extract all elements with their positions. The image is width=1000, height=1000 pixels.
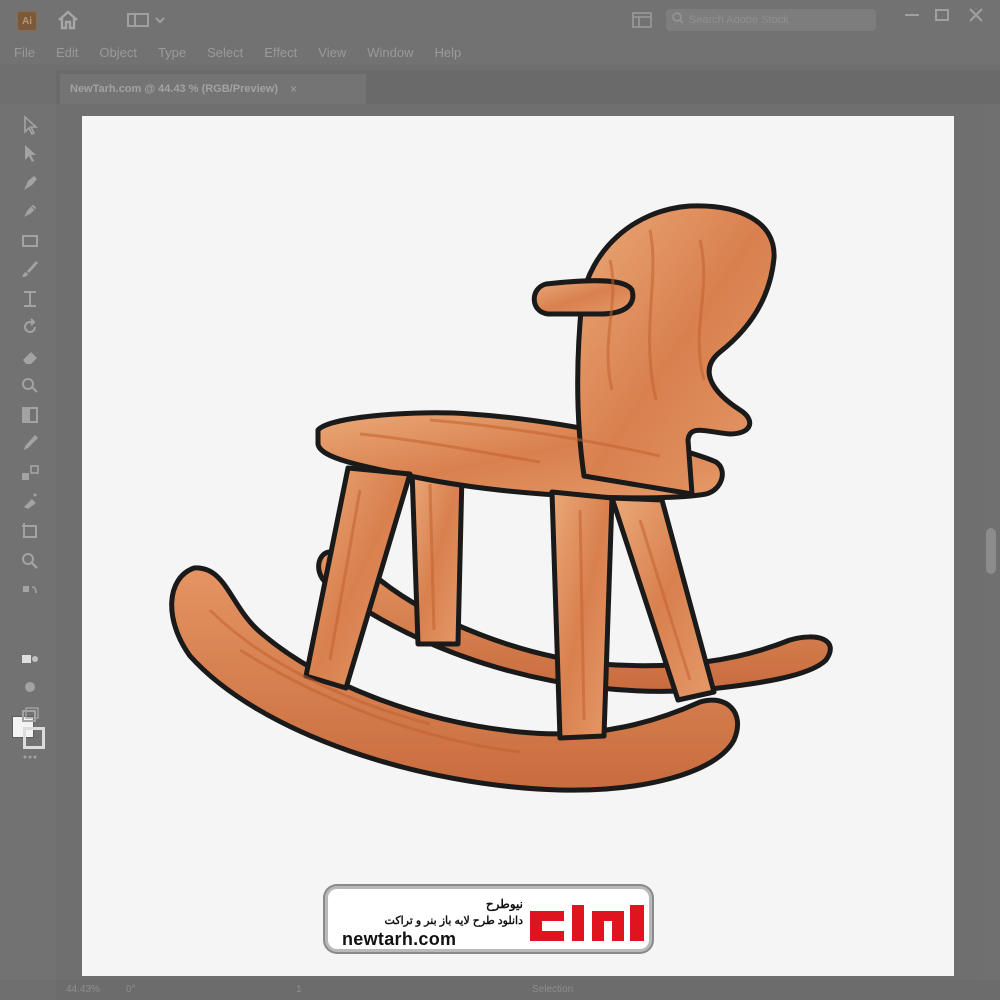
swap-colors-icon[interactable] — [17, 582, 43, 604]
close-tab-icon[interactable]: × — [290, 82, 297, 96]
rectangle-icon[interactable] — [17, 230, 43, 252]
rocking-horse-illustration[interactable] — [82, 116, 954, 976]
curvature-icon[interactable] — [17, 200, 43, 222]
zoom-icon[interactable] — [17, 550, 43, 572]
menu-file[interactable]: File — [14, 45, 35, 60]
arrange-documents-icon[interactable] — [631, 11, 653, 29]
maximize-button[interactable] — [928, 5, 956, 25]
direct-selection-icon[interactable] — [17, 142, 43, 164]
menu-type[interactable]: Type — [158, 45, 186, 60]
eyedropper-icon[interactable] — [17, 432, 43, 454]
minimize-button[interactable] — [898, 5, 926, 25]
tools-panel — [0, 104, 56, 980]
newtarh-logo-mark — [530, 905, 644, 941]
back-left-leg — [409, 467, 465, 647]
status-bar: 44.43% 0° 1 Selection — [56, 980, 1000, 1000]
draw-mode-icon[interactable] — [17, 676, 43, 698]
shape-builder-icon[interactable] — [17, 374, 43, 396]
watermark-url: newtarh.com — [342, 929, 457, 949]
eraser-icon[interactable] — [17, 346, 43, 368]
home-icon[interactable] — [56, 9, 80, 31]
shaper-icon[interactable] — [17, 288, 43, 310]
artboard-icon[interactable] — [17, 520, 43, 542]
search-icon — [672, 11, 684, 29]
handle — [531, 278, 636, 317]
zoom-level[interactable]: 44.43% — [66, 984, 100, 995]
document-tab[interactable]: NewTarh.com @ 44.43 % (RGB/Preview) × — [60, 74, 366, 104]
close-window-button[interactable] — [962, 5, 990, 25]
current-tool-label: Selection — [532, 984, 574, 995]
screen-mode-icon[interactable] — [17, 704, 43, 726]
menu-edit[interactable]: Edit — [56, 45, 78, 60]
vertical-scrollbar[interactable] — [982, 104, 1000, 980]
watermark-tagline: دانلود طرح لایه باز بنر و تراکت — [384, 915, 523, 927]
menu-view[interactable]: View — [318, 45, 346, 60]
watermark-badge: نیوطرح دانلود طرح لایه باز بنر و تراکت n… — [325, 886, 652, 952]
selection-icon[interactable] — [17, 114, 43, 136]
menu-bar: File Edit Object Type Select Effect View… — [0, 40, 1000, 64]
application-bar: Ai — [0, 0, 1000, 40]
artboard[interactable] — [82, 116, 954, 976]
menu-object[interactable]: Object — [99, 45, 137, 60]
workspace-switcher-icon[interactable] — [126, 12, 168, 28]
stock-search-box[interactable] — [666, 9, 876, 31]
blend-icon[interactable] — [17, 462, 43, 484]
scrollbar-thumb[interactable] — [986, 528, 996, 574]
paintbrush-icon[interactable] — [17, 258, 43, 280]
artboard-number[interactable]: 1 — [296, 984, 302, 995]
rotation-value[interactable]: 0° — [126, 984, 136, 995]
search-input[interactable] — [689, 14, 859, 26]
menu-help[interactable]: Help — [434, 45, 461, 60]
menu-select[interactable]: Select — [207, 45, 243, 60]
rotate-icon[interactable] — [17, 316, 43, 338]
more-tools-icon[interactable] — [17, 746, 43, 768]
gradient-icon[interactable] — [17, 404, 43, 426]
document-tab-title: NewTarh.com @ 44.43 % (RGB/Preview) — [70, 83, 278, 95]
color-mode-icon[interactable] — [17, 648, 43, 670]
menu-effect[interactable]: Effect — [264, 45, 297, 60]
menu-window[interactable]: Window — [367, 45, 413, 60]
watermark-name: نیوطرح — [485, 897, 523, 911]
pen-icon[interactable] — [17, 172, 43, 194]
canvas-area[interactable] — [56, 104, 1000, 980]
app-logo: Ai — [17, 11, 37, 31]
symbol-sprayer-icon[interactable] — [17, 490, 43, 512]
document-tab-strip: NewTarh.com @ 44.43 % (RGB/Preview) × — [56, 70, 1000, 104]
